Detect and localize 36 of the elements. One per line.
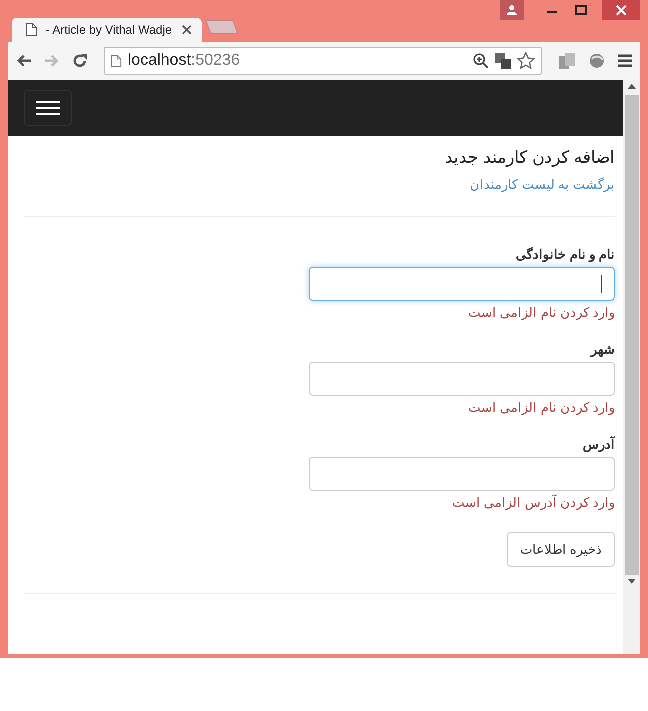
error-message: وارد کردن نام الزامی است bbox=[468, 305, 615, 320]
scrollbar[interactable] bbox=[623, 80, 640, 654]
star-icon[interactable] bbox=[517, 52, 535, 70]
field-label: آدرس bbox=[583, 437, 615, 452]
error-message: وارد کردن آدرس الزامی است bbox=[452, 495, 615, 510]
url-text: localhost:50236 bbox=[128, 52, 240, 70]
save-button[interactable]: ذخیره اطلاعات bbox=[507, 532, 615, 567]
page-icon bbox=[111, 54, 122, 68]
zoom-icon[interactable] bbox=[473, 53, 489, 69]
maximize-icon[interactable] bbox=[575, 5, 587, 15]
extension-icon[interactable] bbox=[558, 52, 576, 70]
reload-icon[interactable] bbox=[72, 53, 88, 69]
input-field[interactable] bbox=[309, 457, 615, 491]
field-label: شهر bbox=[591, 342, 615, 357]
address-bar[interactable]: localhost:50236 bbox=[104, 47, 542, 75]
back-arrow-icon[interactable] bbox=[16, 54, 32, 68]
page-heading: اضافه کردن کارمند جدید bbox=[444, 147, 615, 168]
window-close-button[interactable] bbox=[602, 0, 640, 20]
menu-toggle-button[interactable] bbox=[24, 90, 72, 126]
scroll-down-icon[interactable] bbox=[628, 579, 636, 584]
close-icon bbox=[616, 4, 626, 16]
profile-button[interactable] bbox=[500, 0, 524, 20]
tab-title: - Article by Vithal Wadje bbox=[46, 23, 174, 37]
page-icon bbox=[26, 23, 38, 37]
scroll-up-icon[interactable] bbox=[628, 84, 636, 89]
scrollbar-thumb[interactable] bbox=[624, 95, 638, 575]
input-field[interactable] bbox=[309, 362, 615, 396]
person-icon bbox=[506, 5, 518, 15]
menu-icon[interactable] bbox=[618, 54, 632, 68]
back-link[interactable]: برگشت به لیست کارمندان bbox=[470, 177, 615, 192]
input-field[interactable] bbox=[309, 267, 615, 301]
field-label: نام و نام خانوادگی bbox=[516, 247, 615, 262]
menu-icon bbox=[36, 100, 60, 116]
close-icon[interactable] bbox=[182, 25, 192, 35]
browser-tab[interactable]: - Article by Vithal Wadje bbox=[12, 18, 202, 42]
error-message: وارد کردن نام الزامی است bbox=[468, 400, 615, 415]
